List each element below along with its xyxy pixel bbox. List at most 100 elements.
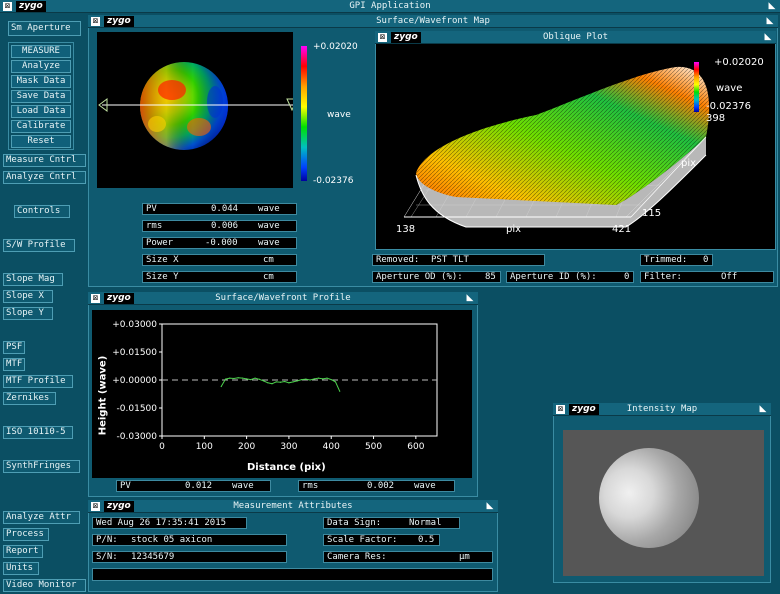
profile-x-tick-label: 100: [196, 442, 213, 452]
profile-data-point: [309, 379, 311, 381]
size-x-unit: cm: [263, 255, 274, 265]
app-pin-icon[interactable]: ◣: [767, 1, 777, 11]
aperture-id-value: 0: [624, 272, 630, 282]
profile-data-point: [330, 379, 332, 381]
profile-data-point: [258, 378, 260, 380]
profile-pin-icon[interactable]: ◣: [465, 293, 475, 303]
oblique-y-bottom: 115: [642, 208, 662, 219]
oblique-x-label: pix: [506, 224, 522, 235]
profile-data-point: [339, 390, 341, 392]
oblique-y-label: pix: [681, 158, 697, 169]
units-button[interactable]: Units: [3, 562, 39, 575]
sn-field[interactable]: S/N: 12345679: [92, 551, 287, 563]
oblique-pin-icon[interactable]: ◣: [763, 32, 773, 42]
camera-res-label: Camera Res:: [327, 552, 387, 562]
removed-value: PST TLT: [431, 255, 469, 265]
size-x-field: Size X cm: [142, 254, 297, 266]
oblique-colorbar: [694, 62, 699, 112]
profile-data-point: [296, 380, 298, 382]
profile-pv-label: PV: [120, 481, 131, 491]
surface-map-pin-icon[interactable]: ◣: [765, 16, 775, 26]
power-label: Power: [146, 238, 174, 248]
date-value: Wed Aug 26 17:35:41 2015: [96, 518, 227, 528]
load-data-button[interactable]: Load Data: [11, 105, 71, 118]
intensity-svg: [599, 448, 699, 548]
trimmed-field: Trimmed: 0: [640, 254, 713, 266]
profile-title: Surface/Wavefront Profile: [215, 293, 351, 303]
pv-unit: wave: [258, 204, 280, 214]
pv-field: PV 0.044 wave: [142, 203, 297, 215]
sn-value: 12345679: [131, 552, 175, 562]
profile-data-point: [292, 381, 294, 383]
profile-data-point: [279, 381, 282, 383]
save-data-button[interactable]: Save Data: [11, 90, 71, 103]
scale-factor-value: 0.5: [418, 535, 435, 545]
scale-factor-field[interactable]: Scale Factor: 0.5: [323, 534, 440, 546]
oblique-titlebar: ⊠ zygo Oblique Plot ◣: [375, 31, 776, 44]
attributes-titlebar: ⊠ zygo Measurement Attributes ◣: [88, 500, 498, 513]
intensity-title: Intensity Map: [626, 404, 698, 414]
analyze-button[interactable]: Analyze: [11, 60, 71, 73]
intensity-image[interactable]: [563, 430, 764, 576]
size-x-label: Size X: [146, 255, 179, 265]
scale-factor-label: Scale Factor:: [327, 535, 398, 545]
attributes-notes-field[interactable]: [92, 568, 493, 581]
slope-mag-button[interactable]: Slope Mag: [3, 273, 63, 286]
surface-map-title: Surface/Wavefront Map: [376, 16, 490, 26]
data-sign-field[interactable]: Data Sign: Normal: [323, 517, 460, 529]
profile-pv-field: PV 0.012 wave: [116, 480, 271, 492]
process-button[interactable]: Process: [3, 528, 49, 541]
profile-data-point: [334, 381, 337, 383]
slope-y-button[interactable]: Slope Y: [3, 307, 53, 320]
camera-res-field[interactable]: Camera Res: µm: [323, 551, 493, 563]
pn-label: P/N:: [96, 535, 118, 545]
profile-data-point: [313, 378, 315, 380]
sm-aperture-button[interactable]: Sm Aperture: [8, 21, 81, 36]
profile-y-tick-label: +0.03000: [112, 320, 157, 330]
profile-data-point: [305, 378, 307, 380]
measure-cntrl-button[interactable]: Measure Cntrl: [3, 154, 86, 167]
psf-button[interactable]: PSF: [3, 341, 25, 354]
profile-data-point: [254, 377, 256, 379]
profile-data-point: [220, 385, 222, 388]
power-unit: wave: [258, 238, 280, 248]
aperture-id-label: Aperture ID (%):: [510, 272, 597, 282]
profile-plot-area[interactable]: +0.03000 +0.01500 +0.00000 -0.01500 -0.03000…: [92, 310, 472, 478]
zernikes-button[interactable]: Zernikes: [3, 392, 56, 405]
profile-x-tick-label: 300: [280, 442, 297, 452]
measure-button[interactable]: MEASURE: [11, 45, 71, 58]
calibrate-button[interactable]: Calibrate: [11, 120, 71, 133]
trimmed-value: 0: [703, 255, 709, 265]
report-button[interactable]: Report: [3, 545, 43, 558]
mtf-profile-button[interactable]: MTF Profile: [3, 375, 73, 388]
profile-data-point: [271, 383, 273, 385]
profile-pv-unit: wave: [232, 481, 254, 491]
oblique-x-right: 421: [612, 224, 632, 235]
analyze-attr-button[interactable]: Analyze Attr: [3, 511, 80, 524]
mtf-button[interactable]: MTF: [3, 358, 25, 371]
synth-fringes-button[interactable]: SynthFringes: [3, 460, 80, 473]
aperture-od-field: Aperture OD (%): 85: [372, 271, 501, 283]
mask-data-button[interactable]: Mask Data: [11, 75, 71, 88]
iso-10110-button[interactable]: ISO 10110-5: [3, 426, 73, 439]
video-monitor-button[interactable]: Video Monitor: [3, 579, 86, 592]
surface-map-scale-min: -0.02376: [313, 176, 354, 186]
rms-field: rms 0.006 wave: [142, 220, 297, 232]
analyze-cntrl-button[interactable]: Analyze Cntrl: [3, 171, 86, 184]
profile-x-tick-label: 0: [159, 442, 165, 452]
intensity-pin-icon[interactable]: ◣: [758, 404, 768, 414]
slope-x-button[interactable]: Slope X: [3, 290, 53, 303]
surface-map-image[interactable]: [97, 32, 298, 188]
sw-profile-button[interactable]: S/W Profile: [3, 239, 75, 252]
oblique-plot[interactable]: +0.02020 wave -0.02376 398 pix 115 138 p…: [376, 45, 775, 249]
attributes-pin-icon[interactable]: ◣: [485, 501, 495, 511]
controls-button[interactable]: Controls: [14, 205, 70, 218]
oblique-x-left: 138: [396, 224, 416, 235]
pn-field[interactable]: P/N: stock 05 axicon: [92, 534, 287, 546]
profile-data-point: [275, 381, 277, 383]
reset-button[interactable]: Reset: [11, 135, 71, 148]
profile-y-tick-label: +0.00000: [112, 376, 157, 386]
oblique-svg: [403, 66, 710, 228]
filter-label: Filter:: [644, 272, 682, 282]
profile-x-tick-label: 200: [238, 442, 255, 452]
